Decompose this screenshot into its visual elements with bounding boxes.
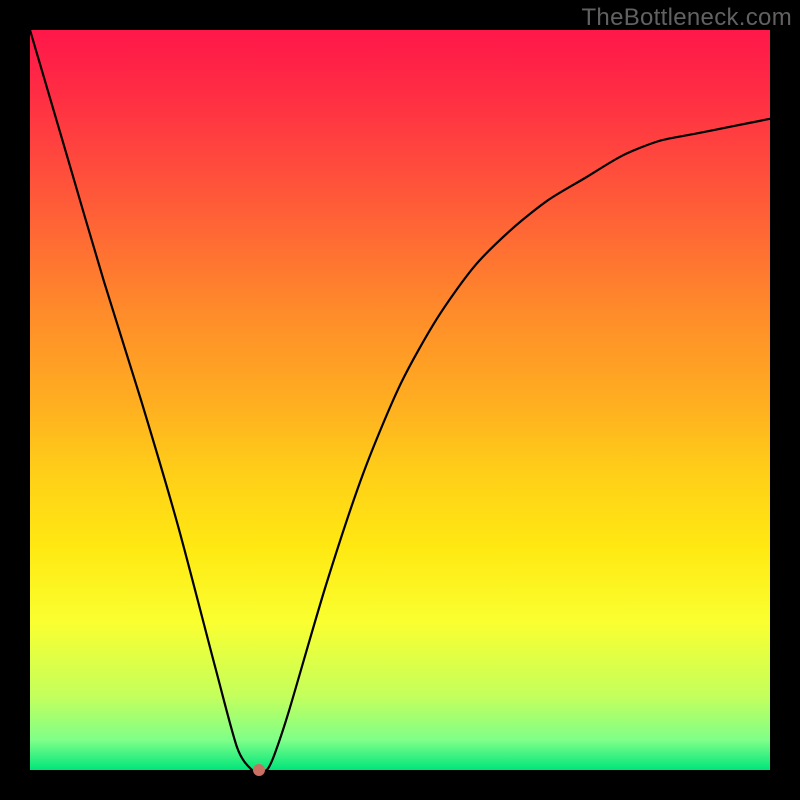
chart-frame: TheBottleneck.com xyxy=(0,0,800,800)
curve-svg xyxy=(30,30,770,770)
minimum-marker-dot xyxy=(253,764,265,776)
bottleneck-curve-path xyxy=(30,30,770,770)
plot-area xyxy=(30,30,770,770)
watermark-text: TheBottleneck.com xyxy=(581,4,792,32)
